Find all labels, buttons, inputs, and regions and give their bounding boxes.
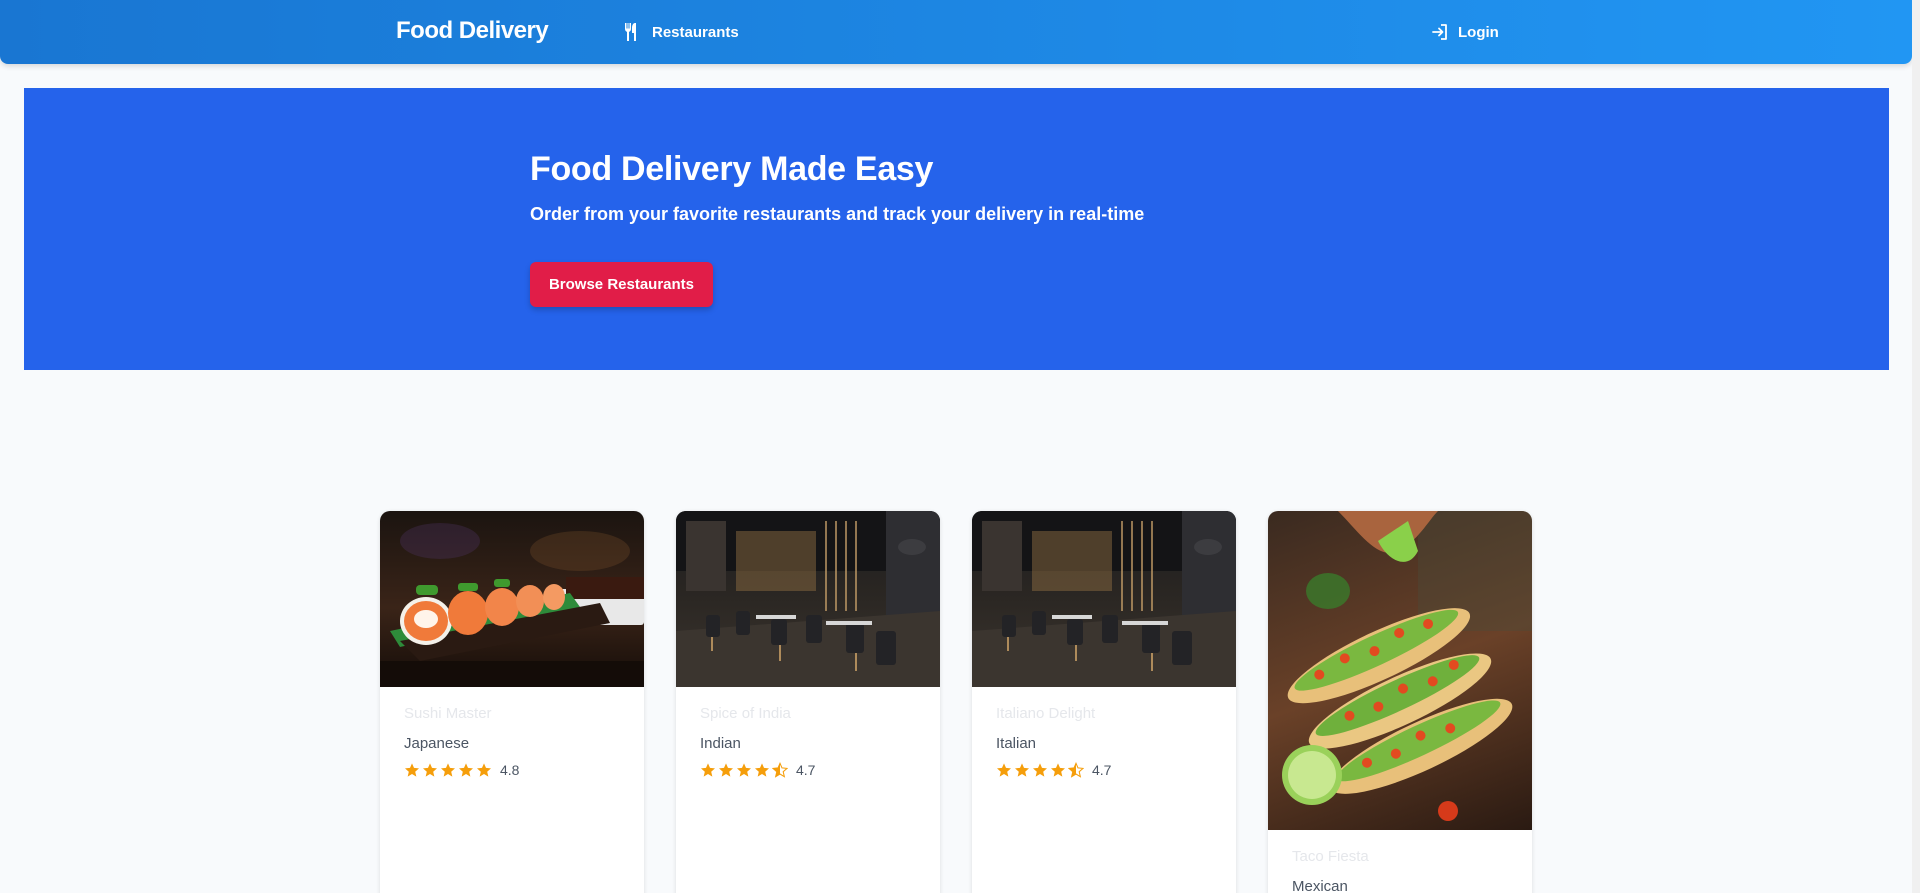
star-icon	[1033, 763, 1047, 777]
nav-login-link[interactable]: Login	[1431, 21, 1499, 43]
restaurant-rating: 4.8	[404, 762, 620, 778]
rating-value: 4.7	[1092, 762, 1112, 778]
restaurant-name: Sushi Master	[404, 705, 492, 722]
star-rating	[700, 762, 790, 778]
fork-knife-icon	[624, 23, 640, 41]
hero-banner: Food Delivery Made Easy Order from your …	[24, 88, 1889, 370]
star-icon	[423, 763, 437, 777]
star-icon	[441, 763, 455, 777]
sushi-photo	[380, 511, 644, 687]
page-scrollbar[interactable]	[1912, 0, 1920, 893]
restaurant-rating: 4.7	[700, 762, 916, 778]
rating-value: 4.8	[500, 762, 520, 778]
nav-restaurants-link[interactable]: Restaurants	[624, 21, 739, 43]
restaurant-interior-photo	[972, 511, 1236, 687]
restaurant-card[interactable]: Spice of India Indian 4.7	[676, 511, 940, 893]
restaurant-cuisine: Indian	[700, 735, 741, 752]
restaurant-interior-photo	[676, 511, 940, 687]
restaurant-card[interactable]: Taco Fiesta Mexican	[1268, 511, 1532, 893]
star-icon	[737, 763, 751, 777]
half-star-icon	[1068, 762, 1084, 778]
restaurant-cuisine: Mexican	[1292, 878, 1348, 893]
star-rating	[996, 762, 1086, 778]
star-icon	[1015, 763, 1029, 777]
nav-restaurants-label: Restaurants	[652, 23, 739, 41]
star-icon	[405, 763, 419, 777]
half-star-icon	[772, 762, 788, 778]
brand-logo[interactable]: Food Delivery	[396, 17, 549, 45]
nav-login-label: Login	[1458, 23, 1499, 41]
restaurant-cuisine: Italian	[996, 735, 1037, 752]
star-icon	[1051, 763, 1065, 777]
star-icon	[701, 763, 715, 777]
restaurant-name: Italiano Delight	[996, 705, 1096, 722]
tacos-photo	[1268, 511, 1532, 830]
login-icon	[1431, 23, 1449, 41]
star-icon	[755, 763, 769, 777]
hero-subtitle: Order from your favorite restaurants and…	[530, 204, 1145, 224]
star-icon	[459, 763, 473, 777]
rating-value: 4.7	[796, 762, 816, 778]
star-icon	[997, 763, 1011, 777]
restaurant-name: Taco Fiesta	[1292, 848, 1369, 865]
hero-title: Food Delivery Made Easy	[530, 150, 934, 188]
restaurant-name: Spice of India	[700, 705, 791, 722]
restaurant-card[interactable]: Italiano Delight Italian 4.7	[972, 511, 1236, 893]
star-icon	[477, 763, 491, 777]
restaurant-cuisine: Japanese	[404, 735, 470, 752]
top-navbar: Food Delivery Restaurants Login	[0, 0, 1912, 64]
restaurant-rating: 4.7	[996, 762, 1212, 778]
browse-restaurants-button[interactable]: Browse Restaurants	[530, 262, 713, 307]
star-icon	[719, 763, 733, 777]
star-rating	[404, 762, 494, 778]
restaurant-card[interactable]: Sushi Master Japanese 4.8	[380, 511, 644, 893]
